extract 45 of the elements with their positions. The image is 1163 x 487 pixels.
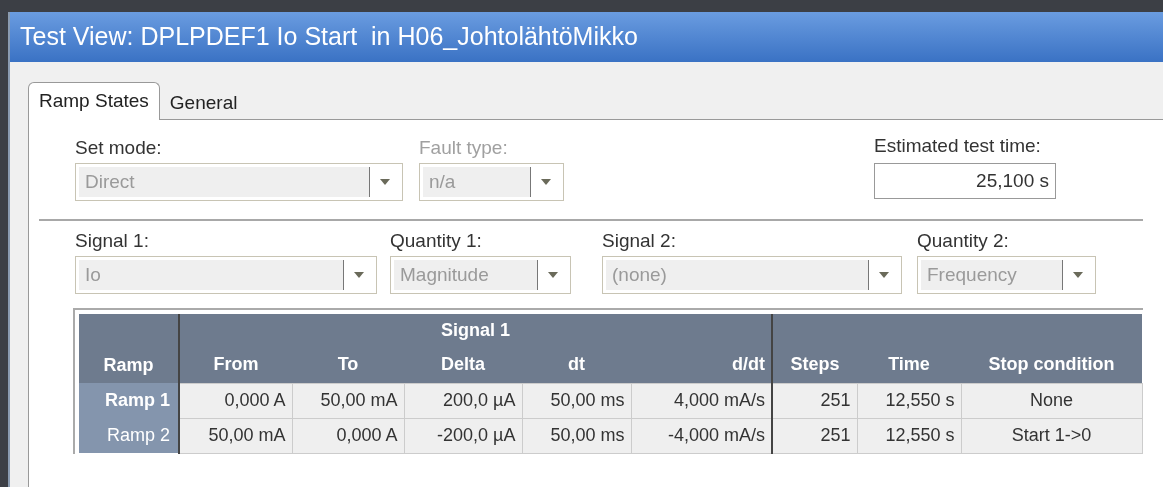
caret-icon: [878, 272, 889, 278]
table-cell: 50,00 ms: [522, 383, 631, 418]
caret-icon: [547, 272, 558, 278]
table-cell: 12,550 s: [857, 418, 961, 453]
window-title: Test View: DPLPDEF1 Io Start in H06_JohtolähtöMikko: [10, 12, 1163, 62]
table-cell: None: [961, 383, 1142, 418]
table-cell: -4,000 mA/s: [631, 418, 772, 453]
field-label: Signal 2:: [602, 231, 677, 250]
column-header: Steps: [772, 347, 857, 383]
table-cell: 200,0 µA: [404, 383, 522, 418]
table-cell: 50,00 mA: [179, 418, 292, 453]
column-header: Stop condition: [961, 347, 1142, 383]
table-cell: 251: [772, 418, 857, 453]
table-cell: 4,000 mA/s: [631, 383, 772, 418]
table-cell: 50,00 mA: [292, 383, 404, 418]
caret-icon: [1072, 272, 1083, 278]
field-label: Quantity 1:: [390, 231, 483, 250]
time-field: 25,100 s: [874, 163, 1056, 199]
column-header: Delta: [404, 347, 522, 383]
column-header: Ramp: [79, 347, 179, 383]
field-label: Signal 1:: [75, 231, 150, 250]
table-cell: 12,550 s: [857, 383, 961, 418]
caret-icon: [353, 272, 364, 278]
field-label: Estimated test time:: [874, 136, 1042, 155]
tab[interactable]: General: [159, 87, 248, 119]
column-header: dt: [522, 347, 631, 383]
tab[interactable]: Ramp States: [28, 82, 160, 120]
field-label: Set mode:: [75, 138, 163, 157]
table-cell: 50,00 ms: [522, 418, 631, 453]
column-header: d/dt: [631, 347, 772, 383]
table-cell: 251: [772, 383, 857, 418]
table-cell: 0,000 A: [179, 383, 292, 418]
caret-icon: [379, 179, 390, 185]
column-group-header: Signal 1: [179, 314, 772, 347]
field-label: Fault type:: [419, 138, 509, 157]
caret-icon: [540, 179, 551, 185]
column-header: Time: [857, 347, 961, 383]
table-cell: -200,0 µA: [404, 418, 522, 453]
row-header[interactable]: Ramp 2: [79, 418, 179, 453]
table-cell: Start 1->0: [961, 418, 1142, 453]
column-header: From: [179, 347, 292, 383]
table-cell: 0,000 A: [292, 418, 404, 453]
row-header[interactable]: Ramp 1: [79, 383, 179, 418]
column-header: To: [292, 347, 404, 383]
field-label: Quantity 2:: [917, 231, 1010, 250]
